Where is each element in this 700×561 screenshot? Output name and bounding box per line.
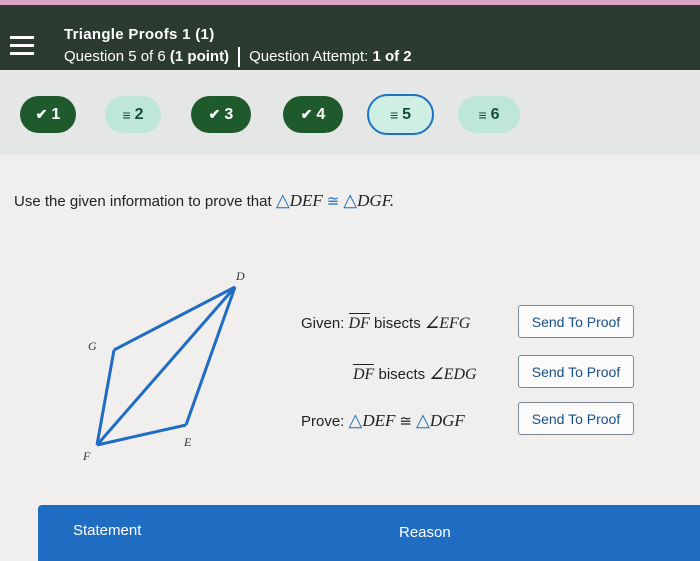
question-nav-5[interactable]: ≡ 5 — [367, 94, 434, 135]
congruent-symbol: ≅ — [326, 193, 340, 210]
question-nav-2[interactable]: ≡ 2 — [105, 96, 161, 133]
vertex-label-d: D — [235, 269, 245, 283]
question-nav-3[interactable]: ✔ 3 — [191, 96, 251, 133]
prove-triangle-1: DEF — [362, 411, 396, 430]
question-nav-6[interactable]: ≡ 6 — [458, 96, 520, 133]
prompt-triangle-2: DGF. — [357, 191, 395, 210]
segment-gf — [95, 349, 116, 446]
question-nav-4[interactable]: ✔ 4 — [283, 96, 343, 133]
hamburger-menu-icon[interactable] — [10, 36, 34, 56]
vertex-label-g: G — [88, 339, 97, 353]
vertex-label-f: F — [82, 449, 91, 463]
reason-column-header: Reason — [399, 524, 451, 541]
triangle-symbol: △ — [275, 190, 290, 210]
send-to-proof-button-3[interactable]: Send To Proof — [518, 402, 634, 435]
check-icon: ✔ — [300, 106, 313, 122]
statement-column-header: Statement — [73, 522, 142, 539]
congruent-symbol: ≅ — [399, 413, 412, 430]
vertex-label-e: E — [183, 435, 192, 449]
prove-statement: Prove: △DEF ≅ △DGF — [301, 410, 465, 430]
angle-efg: EFG — [439, 315, 471, 332]
send-to-proof-button-2[interactable]: Send To Proof — [518, 355, 634, 388]
angle-symbol: ∠ — [429, 366, 444, 383]
attempt-value: 1 of 2 — [372, 47, 412, 65]
given-statement-1: Given: DF bisects ∠EFG — [301, 313, 471, 332]
segment-df — [95, 286, 237, 446]
prompt-triangle-1: DEF — [289, 191, 323, 210]
attempt-label: Question Attempt: — [249, 47, 369, 65]
segment-df-label: DF — [348, 313, 370, 332]
segment-df-label: DF — [353, 364, 375, 383]
header-divider — [238, 47, 241, 67]
check-icon: ✔ — [35, 106, 48, 122]
check-icon: ✔ — [208, 106, 221, 122]
assignment-title: Triangle Proofs 1 (1) — [64, 26, 215, 43]
given-statement-2: DF bisects ∠EDG — [353, 364, 477, 383]
flag-icon: ≡ — [389, 106, 399, 123]
question-nav-1[interactable]: ✔ 1 — [20, 96, 76, 133]
triangle-symbol: △ — [416, 410, 430, 430]
prove-triangle-2: DGF — [429, 411, 465, 430]
question-info: Question 5 of 6 (1 point) Question Attemp… — [64, 47, 412, 67]
question-number: Question 5 of 6 — [64, 47, 166, 65]
angle-edg: EDG — [443, 366, 477, 383]
question-points: (1 point) — [169, 47, 230, 65]
geometry-diagram: D G F E — [82, 269, 245, 463]
flag-icon: ≡ — [122, 106, 131, 123]
header-bar: Triangle Proofs 1 (1) Question 5 of 6 (1… — [0, 5, 700, 70]
question-prompt: Use the given information to prove that … — [14, 190, 395, 210]
triangle-symbol: △ — [348, 410, 363, 430]
send-to-proof-button-1[interactable]: Send To Proof — [518, 305, 634, 338]
proof-table-header: Statement Reason — [38, 505, 700, 561]
angle-symbol: ∠ — [424, 315, 440, 332]
triangle-symbol: △ — [343, 190, 358, 210]
flag-icon: ≡ — [478, 106, 487, 123]
